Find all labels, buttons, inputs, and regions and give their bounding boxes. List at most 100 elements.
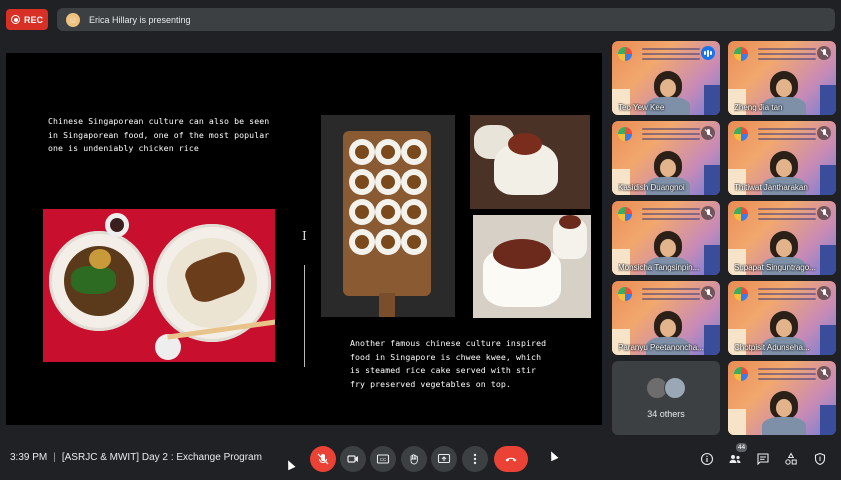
mouse-pointer-icon <box>284 458 296 471</box>
virtual-background <box>642 205 700 225</box>
virtual-background <box>642 45 700 65</box>
activities-icon <box>785 452 797 465</box>
virtual-background <box>642 125 700 145</box>
activities-button[interactable] <box>783 451 799 467</box>
speaking-indicator-icon <box>701 46 715 60</box>
text-cursor-icon: I <box>302 229 307 243</box>
participant-mic-status <box>817 366 831 380</box>
rice-cake-topped-image <box>473 215 591 318</box>
mic-off-icon <box>704 129 712 137</box>
program-logo <box>618 287 632 301</box>
chicken-rice-image <box>43 209 275 362</box>
participant-video <box>654 151 682 179</box>
captions-button[interactable]: CC <box>370 446 396 472</box>
participant-mic-status <box>817 46 831 60</box>
host-controls-button[interactable] <box>812 451 828 467</box>
participant-video <box>654 311 682 339</box>
program-logo <box>618 47 632 61</box>
mic-off-icon <box>820 209 828 217</box>
background-decoration <box>728 409 746 435</box>
captions-icon: CC <box>376 454 390 464</box>
slide-divider <box>304 265 305 367</box>
participant-name: Supapat Singuntrago... <box>734 263 816 272</box>
program-logo <box>734 47 748 61</box>
participant-video <box>770 311 798 339</box>
participant-name: Zheng Jia tan <box>734 103 783 112</box>
record-icon <box>11 15 20 24</box>
mic-off-icon <box>820 369 828 377</box>
more-vert-icon <box>473 453 477 465</box>
program-logo <box>618 207 632 221</box>
mic-off-icon <box>820 289 828 297</box>
presentation-stage: Chinese Singaporean culture can also be … <box>6 53 602 425</box>
virtual-background <box>758 205 816 225</box>
background-decoration <box>820 405 836 435</box>
others-tile[interactable]: 34 others <box>612 361 720 435</box>
presenter-avatar: ☺ <box>66 12 80 27</box>
slide-paragraph-chicken-rice: Chinese Singaporean culture can also be … <box>48 116 270 153</box>
raise-hand-button[interactable] <box>401 446 427 472</box>
avatar <box>664 377 686 399</box>
meeting-separator: | <box>53 452 56 463</box>
participant-tile[interactable]: Monsicha Tangsinpin... <box>612 201 720 275</box>
participant-video <box>762 417 806 435</box>
participant-tile[interactable]: Thitiwat Jantharakan <box>728 121 836 195</box>
presenter-banner: ☺ Erica Hillary is presenting <box>57 8 835 31</box>
participant-name: Chotpisit Adunseha... <box>734 343 810 352</box>
participant-video <box>770 391 798 419</box>
participant-video <box>654 231 682 259</box>
meeting-details-button[interactable] <box>699 451 715 467</box>
meeting-info: 3:39 PM | [ASRJC & MWIT] Day 2 : Exchang… <box>10 452 262 463</box>
program-logo <box>734 127 748 141</box>
program-logo <box>618 127 632 141</box>
participant-tile[interactable]: Teo Yew Kee <box>612 41 720 115</box>
participant-mic-status <box>817 126 831 140</box>
mic-off-icon <box>704 289 712 297</box>
hand-icon <box>410 454 418 465</box>
mic-off-icon <box>317 453 329 465</box>
participant-name: Thitiwat Jantharakan <box>734 183 808 192</box>
participant-tile[interactable]: Zheng Jia tan <box>728 41 836 115</box>
leave-call-button[interactable] <box>494 446 528 472</box>
program-logo <box>734 287 748 301</box>
participant-tile[interactable] <box>728 361 836 435</box>
recording-indicator[interactable]: REC <box>6 9 48 30</box>
presenter-text: Erica Hillary is presenting <box>89 14 191 25</box>
svg-text:CC: CC <box>380 457 387 462</box>
meeting-title[interactable]: [ASRJC & MWIT] Day 2 : Exchange Program <box>62 452 262 463</box>
virtual-background <box>758 125 816 145</box>
shield-icon <box>814 452 826 466</box>
virtual-background <box>758 45 816 65</box>
more-options-button[interactable] <box>462 446 488 472</box>
participant-name: Monsicha Tangsinpin... <box>618 263 700 272</box>
virtual-background <box>758 365 816 385</box>
participant-video <box>654 71 682 99</box>
present-screen-button[interactable] <box>431 446 457 472</box>
present-icon <box>437 453 451 464</box>
participant-video <box>770 231 798 259</box>
camera-icon <box>347 455 358 463</box>
participant-mic-status <box>817 286 831 300</box>
camera-toggle-button[interactable] <box>340 446 366 472</box>
virtual-background <box>642 285 700 305</box>
mic-off-icon <box>820 129 828 137</box>
participant-mic-status <box>817 206 831 220</box>
participant-mic-status <box>701 286 715 300</box>
participant-name: Teo Yew Kee <box>618 103 665 112</box>
participant-tile[interactable]: Kasidish Duangnoi <box>612 121 720 195</box>
participant-tile[interactable]: Paranyu Peetanoncha... <box>612 281 720 355</box>
recording-label: REC <box>24 14 44 25</box>
participant-video <box>770 71 798 99</box>
participant-tile[interactable]: Supapat Singuntrago... <box>728 201 836 275</box>
chat-button[interactable] <box>755 451 771 467</box>
rice-cake-closeup-image <box>470 115 590 209</box>
people-button[interactable] <box>727 451 743 467</box>
end-call-icon <box>505 457 517 462</box>
mic-off-icon <box>704 209 712 217</box>
others-count: 34 others <box>647 409 685 419</box>
mic-toggle-button[interactable] <box>310 446 336 472</box>
slide-paragraph-chwee-kueh: Another famous chinese culture inspired … <box>350 338 547 389</box>
participant-tile[interactable]: Chotpisit Adunseha... <box>728 281 836 355</box>
meeting-time: 3:39 PM <box>10 452 48 463</box>
mic-off-icon <box>820 49 828 57</box>
